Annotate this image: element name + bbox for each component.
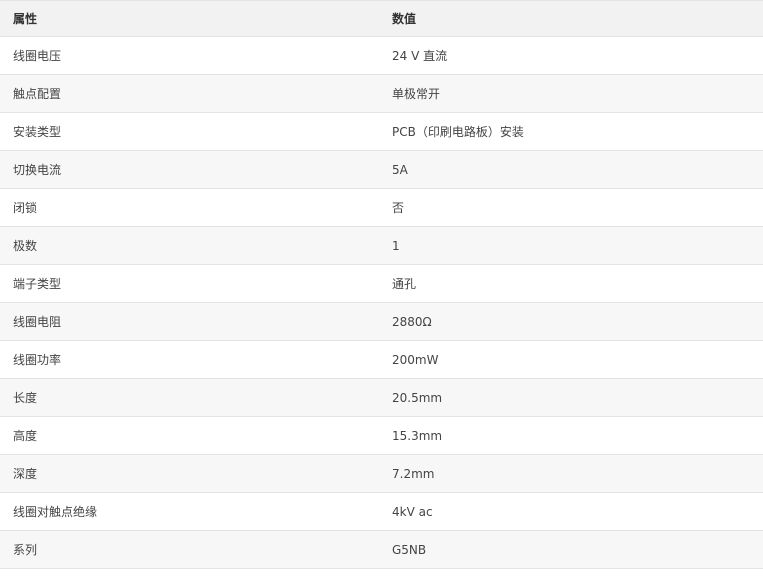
row-value: G5NB [378, 530, 763, 569]
table-row: 切换电流 5A [0, 150, 763, 189]
row-property: 线圈电压 [0, 36, 378, 75]
row-property: 切换电流 [0, 150, 378, 189]
row-property: 线圈电阻 [0, 302, 378, 341]
row-value: 15.3mm [378, 416, 763, 455]
header-property: 属性 [0, 0, 378, 37]
row-value: 单极常开 [378, 74, 763, 113]
row-value: 通孔 [378, 264, 763, 303]
table-row: 线圈功率 200mW [0, 340, 763, 379]
row-value: 24 V 直流 [378, 36, 763, 75]
table-row: 触点配置 单极常开 [0, 74, 763, 113]
row-property: 线圈对触点绝缘 [0, 492, 378, 531]
row-value: 1 [378, 226, 763, 265]
row-property: 高度 [0, 416, 378, 455]
row-property: 长度 [0, 378, 378, 417]
row-value: 5A [378, 150, 763, 189]
row-property: 深度 [0, 454, 378, 493]
table-row: 线圈对触点绝缘 4kV ac [0, 492, 763, 531]
row-value: 4kV ac [378, 492, 763, 531]
row-value: 20.5mm [378, 378, 763, 417]
row-value: 200mW [378, 340, 763, 379]
table-row: 闭锁 否 [0, 188, 763, 227]
row-value: PCB（印刷电路板）安装 [378, 112, 763, 151]
table-row: 线圈电阻 2880Ω [0, 302, 763, 341]
table-row: 极数 1 [0, 226, 763, 265]
row-property: 闭锁 [0, 188, 378, 227]
row-value: 否 [378, 188, 763, 227]
table-row: 系列 G5NB [0, 530, 763, 569]
row-property: 触点配置 [0, 74, 378, 113]
table-row: 深度 7.2mm [0, 454, 763, 493]
row-value: 7.2mm [378, 454, 763, 493]
table-row: 端子类型 通孔 [0, 264, 763, 303]
row-property: 安装类型 [0, 112, 378, 151]
table-header-row: 属性 数值 [0, 0, 763, 37]
row-property: 端子类型 [0, 264, 378, 303]
table-row: 线圈电压 24 V 直流 [0, 36, 763, 75]
table-row: 安装类型 PCB（印刷电路板）安装 [0, 112, 763, 151]
row-property: 系列 [0, 530, 378, 569]
spec-table: 属性 数值 线圈电压 24 V 直流 触点配置 单极常开 安装类型 PCB（印刷… [0, 0, 763, 569]
row-property: 线圈功率 [0, 340, 378, 379]
table-row: 高度 15.3mm [0, 416, 763, 455]
header-value: 数值 [378, 0, 763, 37]
row-property: 极数 [0, 226, 378, 265]
table-row: 长度 20.5mm [0, 378, 763, 417]
row-value: 2880Ω [378, 302, 763, 341]
